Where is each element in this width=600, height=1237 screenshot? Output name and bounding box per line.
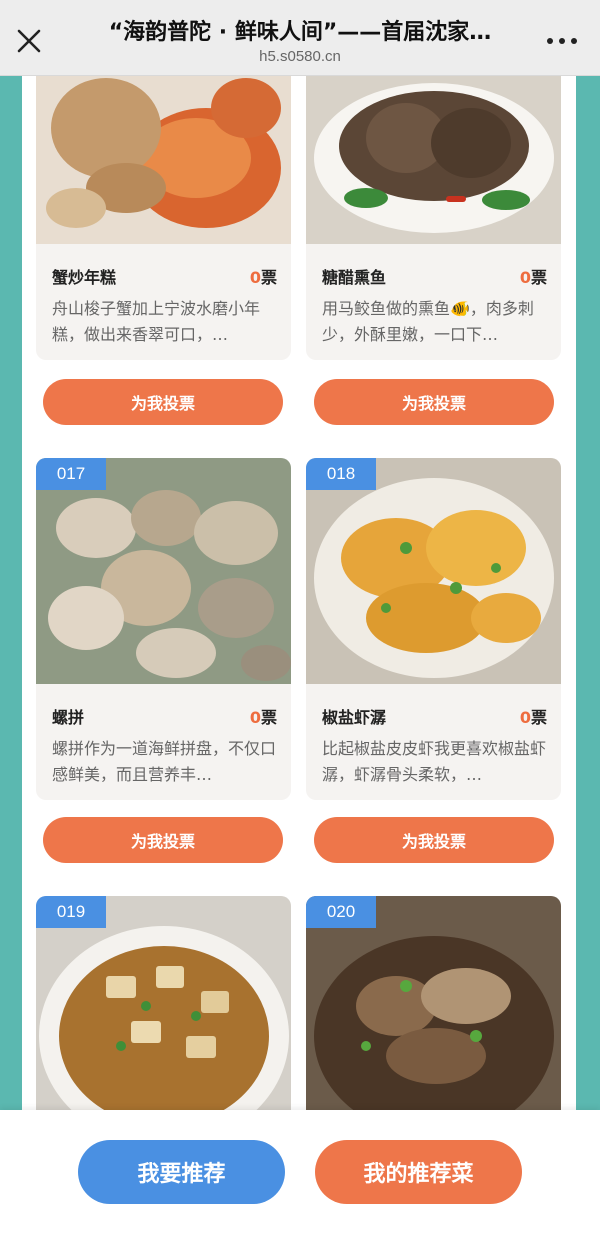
vote-button[interactable]: 为我投票: [314, 817, 554, 863]
vote-count: 0票: [249, 708, 277, 727]
top-bar: “海韵普陀 · 鲜味人间”——首届沈家… h5.s0580.cn: [0, 0, 600, 76]
bottom-action-bar: 我要推荐 我的推荐菜: [0, 1110, 600, 1237]
close-icon: [17, 29, 41, 53]
dish-card[interactable]: 017 螺拼 0票 螺拼作为一道海鲜拼盘，不仅口感鲜美，而且营养丰…: [36, 458, 291, 800]
dish-description: 比起椒盐皮皮虾我更喜欢椒盐虾潺，虾潺骨头柔软，…: [322, 739, 547, 784]
vote-button[interactable]: 为我投票: [43, 817, 283, 863]
more-options-button[interactable]: [542, 26, 582, 56]
dish-card[interactable]: 018 椒盐虾潺 0票 比起椒盐皮皮虾我更喜欢椒盐虾潺，虾潺骨头柔软，…: [306, 458, 561, 800]
dish-photo: [36, 896, 291, 1116]
vote-count: 0票: [519, 268, 547, 287]
vote-count: 0票: [249, 268, 277, 287]
close-button[interactable]: [14, 26, 44, 56]
dish-name: 蟹炒年糕: [52, 268, 117, 287]
dish-grid: 蟹炒年糕 0票 舟山梭子蟹加上宁波水磨小年糕，做出来香翠可口，… 糖醋熏鱼 0票…: [22, 76, 576, 1116]
dish-photo: [36, 458, 291, 684]
vote-count: 0票: [519, 708, 547, 727]
dish-photo: [306, 458, 561, 684]
vote-button[interactable]: 为我投票: [314, 379, 554, 425]
my-recommendations-button[interactable]: 我的推荐菜: [315, 1140, 522, 1204]
recommend-button[interactable]: 我要推荐: [78, 1140, 285, 1204]
dish-card[interactable]: 蟹炒年糕 0票 舟山梭子蟹加上宁波水磨小年糕，做出来香翠可口，…: [36, 76, 291, 360]
dish-photo: [36, 76, 291, 244]
dish-description: 螺拼作为一道海鲜拼盘，不仅口感鲜美，而且营养丰…: [52, 739, 277, 784]
entry-number: 020: [306, 896, 376, 928]
dish-name: 椒盐虾潺: [322, 708, 387, 727]
dish-name: 糖醋熏鱼: [322, 268, 387, 287]
dish-card[interactable]: 019: [36, 896, 291, 1116]
page-title: “海韵普陀 · 鲜味人间”——首届沈家…: [108, 20, 492, 45]
dish-name: 螺拼: [52, 708, 85, 727]
entry-number: 018: [306, 458, 376, 490]
dish-description: 舟山梭子蟹加上宁波水磨小年糕，做出来香翠可口，…: [52, 299, 261, 344]
more-dots-icon: [547, 38, 553, 44]
dish-description: 用马鲛鱼做的熏鱼🐠，肉多刺少，外酥里嫩，一口下…: [322, 299, 534, 344]
dish-card[interactable]: 020: [306, 896, 561, 1116]
vote-button[interactable]: 为我投票: [43, 379, 283, 425]
page-domain: h5.s0580.cn: [259, 48, 341, 65]
entry-number: 019: [36, 896, 106, 928]
dish-photo: [306, 896, 561, 1116]
dish-card[interactable]: 糖醋熏鱼 0票 用马鲛鱼做的熏鱼🐠，肉多刺少，外酥里嫩，一口下…: [306, 76, 561, 360]
entry-number: 017: [36, 458, 106, 490]
dish-photo: [306, 76, 561, 244]
